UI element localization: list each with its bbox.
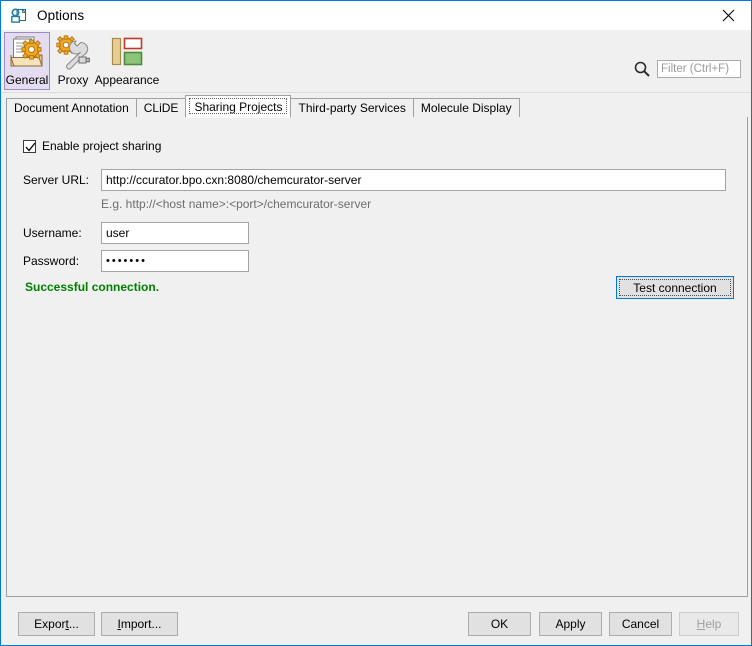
toolbar-item-label: Appearance [95, 73, 160, 87]
password-label: Password: [23, 254, 101, 268]
server-url-hint: E.g. http://<host name>:<port>/chemcurat… [101, 197, 371, 211]
password-row: Password: [23, 250, 249, 272]
server-url-label: Server URL: [23, 173, 101, 187]
test-connection-button[interactable]: Test connection [616, 276, 734, 299]
tab-molecule-display[interactable]: Molecule Display [413, 98, 520, 118]
tab-third-party-services[interactable]: Third-party Services [290, 98, 413, 118]
general-folder-gear-icon [8, 35, 46, 71]
toolbar-item-general[interactable]: General [4, 32, 50, 90]
proxy-gear-wrench-icon [54, 35, 92, 71]
ok-button[interactable]: OK [468, 612, 531, 636]
options-document-gear-icon [10, 7, 28, 25]
apply-label: Apply [555, 617, 585, 631]
tab-label: Third-party Services [298, 101, 405, 115]
toolbar: General [2, 30, 751, 93]
toolbar-item-proxy[interactable]: Proxy [50, 32, 96, 90]
tab-sharing-projects[interactable]: Sharing Projects [185, 95, 291, 118]
ok-label: OK [491, 617, 508, 631]
tab-document-annotation[interactable]: Document Annotation [6, 98, 137, 118]
toolbar-item-label: Proxy [58, 73, 89, 87]
test-connection-label: Test connection [633, 281, 716, 295]
checkbox-box[interactable] [23, 140, 36, 153]
toolbar-item-appearance[interactable]: Appearance [96, 32, 158, 90]
title-bar: Options [1, 1, 751, 30]
tab-label: Molecule Display [421, 101, 512, 115]
server-url-row: Server URL: [23, 169, 726, 191]
username-input[interactable] [101, 222, 249, 244]
apply-button[interactable]: Apply [539, 612, 602, 636]
enable-project-sharing-checkbox[interactable]: Enable project sharing [23, 139, 161, 153]
enable-project-sharing-label: Enable project sharing [42, 139, 161, 153]
sharing-projects-panel: Enable project sharing Server URL: E.g. … [6, 117, 748, 597]
export-button[interactable]: Export... [18, 612, 95, 636]
appearance-layout-icon [108, 35, 146, 71]
checkmark-icon [25, 142, 36, 153]
help-label: Help [697, 617, 722, 631]
close-button[interactable] [706, 1, 751, 30]
cancel-button[interactable]: Cancel [609, 612, 672, 636]
export-label: Export... [34, 617, 79, 631]
options-dialog: Options [0, 0, 752, 646]
username-row: Username: [23, 222, 249, 244]
close-icon [722, 9, 735, 22]
tab-label: Sharing Projects [194, 100, 282, 114]
username-label: Username: [23, 226, 101, 240]
toolbar-item-label: General [6, 73, 49, 87]
tab-label: CLiDE [144, 101, 179, 115]
filter-input[interactable] [657, 60, 741, 78]
cancel-label: Cancel [622, 617, 659, 631]
search-icon [633, 60, 651, 78]
help-button: Help [679, 612, 739, 636]
connection-status-text: Successful connection. [25, 280, 159, 294]
import-label: Import... [117, 617, 161, 631]
import-button[interactable]: Import... [101, 612, 178, 636]
tab-clide[interactable]: CLiDE [136, 98, 187, 118]
server-url-input[interactable] [101, 169, 726, 191]
password-input[interactable] [101, 250, 249, 272]
filter-area [633, 60, 741, 78]
tab-label: Document Annotation [14, 101, 129, 115]
window-title: Options [37, 8, 84, 23]
tab-strip: Document Annotation CLiDE Sharing Projec… [6, 96, 748, 118]
